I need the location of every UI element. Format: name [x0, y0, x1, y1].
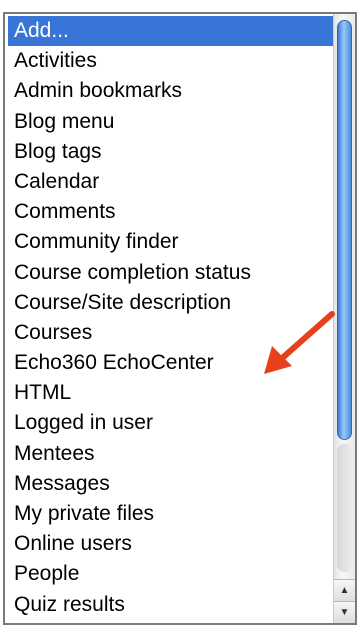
list-item-people[interactable]: People: [8, 559, 333, 589]
list-item-add[interactable]: Add...: [8, 16, 333, 47]
list-item-logged-in-user[interactable]: Logged in user: [8, 408, 333, 438]
list-item-messages[interactable]: Messages: [8, 469, 333, 499]
scroll-down-button[interactable]: ▼: [334, 601, 355, 623]
list-item-mentees[interactable]: Mentees: [8, 439, 333, 469]
list-item-online-users[interactable]: Online users: [8, 529, 333, 559]
red-arrow-icon: [264, 311, 335, 374]
list-item-community-finder[interactable]: Community finder: [8, 227, 333, 257]
list-item-my-private-files[interactable]: My private files: [8, 499, 333, 529]
list-item-blog-menu[interactable]: Blog menu: [8, 107, 333, 137]
list-item-admin-bookmarks[interactable]: Admin bookmarks: [8, 76, 333, 106]
list-item-blog-tags[interactable]: Blog tags: [8, 137, 333, 167]
triangle-up-icon: ▲: [339, 585, 350, 596]
list-item-quiz-results[interactable]: Quiz results: [8, 590, 333, 620]
triangle-down-icon: ▼: [339, 607, 350, 618]
list-item-activities[interactable]: Activities: [8, 46, 333, 76]
scrollbar-track[interactable]: [337, 444, 352, 572]
list-item-comments[interactable]: Comments: [8, 197, 333, 227]
top-cutoff-strip: [0, 0, 360, 12]
list-item-course-completion-status[interactable]: Course completion status: [8, 258, 333, 288]
list-item-calendar[interactable]: Calendar: [8, 167, 333, 197]
scroll-up-button[interactable]: ▲: [334, 579, 355, 601]
